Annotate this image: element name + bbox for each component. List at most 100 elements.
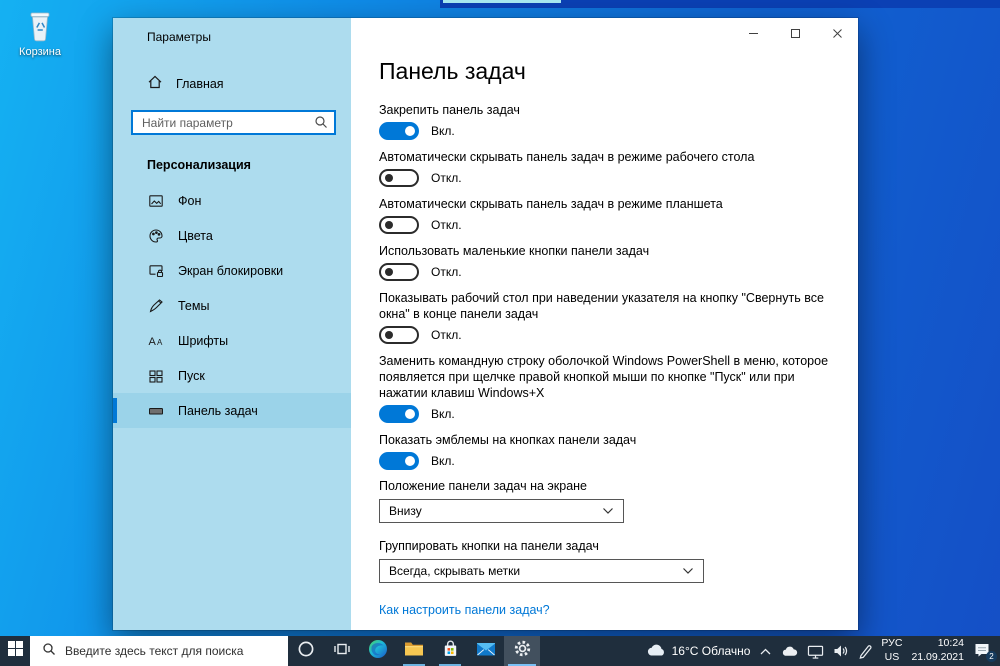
setting-autohide-desktop: Автоматически скрывать панель задач в ре… xyxy=(379,150,755,187)
recycle-bin[interactable]: Корзина xyxy=(8,8,72,58)
close-button[interactable] xyxy=(816,18,858,48)
toggle-small-buttons[interactable] xyxy=(379,263,419,281)
toggle-state: Откл. xyxy=(431,328,462,342)
setting-autohide-tablet: Автоматически скрывать панель задач в ре… xyxy=(379,197,723,234)
store-icon xyxy=(441,639,460,664)
settings-window: Параметры Главная Персонализация xyxy=(113,18,858,630)
settings-search-input[interactable] xyxy=(131,110,336,135)
sidebar-item-taskbar[interactable]: Панель задач xyxy=(113,393,351,428)
chevron-down-icon xyxy=(602,504,614,518)
sidebar-nav: Фон Цвета Экран блокировки Темы A A Шриф… xyxy=(113,183,351,428)
clock[interactable]: 10:24 21.09.2021 xyxy=(911,637,964,664)
start-tiles-icon xyxy=(147,368,164,384)
setting-peek-desktop: Показывать рабочий стол при наведении ук… xyxy=(379,291,824,344)
mail-button[interactable] xyxy=(468,636,504,666)
recycle-bin-icon xyxy=(8,8,72,44)
edge-button[interactable] xyxy=(360,636,396,666)
dropdown-position-label: Положение панели задач на экране xyxy=(379,479,588,493)
fonts-icon: A A xyxy=(147,333,164,349)
clock-time: 10:24 xyxy=(937,637,964,650)
language-indicator[interactable]: РУС US xyxy=(881,637,902,664)
combine-buttons-dropdown[interactable]: Всегда, скрывать метки xyxy=(379,559,704,583)
setting-badges: Показать эмблемы на кнопках панели задач… xyxy=(379,433,637,470)
window-controls xyxy=(732,18,858,48)
background-icon xyxy=(147,193,164,209)
toggle-powershell[interactable] xyxy=(379,405,419,423)
setting-small-buttons: Использовать маленькие кнопки панели зад… xyxy=(379,244,650,281)
search-icon[interactable] xyxy=(314,115,328,134)
sidebar-item-background[interactable]: Фон xyxy=(113,183,351,218)
toggle-badges[interactable] xyxy=(379,452,419,470)
taskbar: 16°C Облачно xyxy=(0,636,1000,666)
home-icon xyxy=(147,74,163,93)
dropdown-value: Внизу xyxy=(389,504,422,518)
taskbar-position-dropdown[interactable]: Внизу xyxy=(379,499,624,523)
sidebar-item-colors[interactable]: Цвета xyxy=(113,218,351,253)
sidebar-item-themes[interactable]: Темы xyxy=(113,288,351,323)
taskbar-settings-content: Панель задач Закрепить панель задач Вкл.… xyxy=(351,18,858,619)
settings-button[interactable] xyxy=(504,636,540,666)
taskbar-help-link[interactable]: Как настроить панели задач? xyxy=(379,603,550,617)
setting-lock-taskbar: Закрепить панель задач Вкл. xyxy=(379,103,520,140)
tray-overflow-chevron-icon[interactable] xyxy=(759,647,772,656)
edge-icon xyxy=(368,639,388,664)
setting-powershell: Заменить командную строку оболочкой Wind… xyxy=(379,354,829,423)
sidebar-item-label: Фон xyxy=(178,193,202,208)
language-secondary: US xyxy=(884,651,900,663)
recycle-bin-label: Корзина xyxy=(19,46,61,58)
toggle-autohide-desktop[interactable] xyxy=(379,169,419,187)
toggle-state: Вкл. xyxy=(431,124,455,138)
sidebar-item-lock-screen[interactable]: Экран блокировки xyxy=(113,253,351,288)
toggle-state: Откл. xyxy=(431,171,462,185)
pen-icon[interactable] xyxy=(858,644,872,659)
dropdown-value: Всегда, скрывать метки xyxy=(389,564,521,578)
sidebar-item-label: Цвета xyxy=(178,228,213,243)
windows-logo-icon xyxy=(7,641,23,661)
taskbar-search-input[interactable] xyxy=(65,644,265,658)
settings-main-pane: Панель задач Закрепить панель задач Вкл.… xyxy=(351,18,858,630)
sidebar-item-label: Пуск xyxy=(178,368,205,383)
clock-date: 21.09.2021 xyxy=(911,651,964,663)
start-button[interactable] xyxy=(0,636,30,666)
taskbar-icon xyxy=(147,403,164,419)
task-view-button[interactable] xyxy=(324,636,360,666)
settings-sidebar: Параметры Главная Персонализация xyxy=(113,18,351,630)
file-explorer-icon xyxy=(404,640,424,662)
action-center-button[interactable]: 2 xyxy=(973,641,997,662)
toggle-autohide-tablet[interactable] xyxy=(379,216,419,234)
sidebar-item-label: Экран блокировки xyxy=(178,263,284,278)
file-explorer-button[interactable] xyxy=(396,636,432,666)
search-icon xyxy=(42,642,56,661)
system-tray: 16°C Облачно РУС US 10:24 21.09.2021 2 xyxy=(646,636,1000,666)
sidebar-item-home[interactable]: Главная xyxy=(147,74,351,93)
svg-text:A: A xyxy=(148,336,156,348)
themes-icon xyxy=(147,298,164,314)
weather-text: 16°C Облачно xyxy=(671,644,751,658)
desktop: Корзина Параметры Главная Найти параметр… xyxy=(0,0,1000,666)
sidebar-item-label: Шрифты xyxy=(178,333,229,348)
taskbar-search xyxy=(30,636,288,666)
network-display-icon[interactable] xyxy=(807,644,824,659)
toggle-peek-desktop[interactable] xyxy=(379,326,419,344)
cortana-button[interactable] xyxy=(288,636,324,666)
toggle-state: Вкл. xyxy=(431,454,455,468)
background-window-edge xyxy=(440,0,1000,8)
language-primary: РУС xyxy=(881,637,903,650)
minimize-button[interactable] xyxy=(732,18,774,48)
lock-screen-icon xyxy=(147,263,164,279)
toggle-lock-taskbar[interactable] xyxy=(379,122,419,140)
onedrive-icon[interactable] xyxy=(781,645,798,657)
store-button[interactable] xyxy=(432,636,468,666)
maximize-button[interactable] xyxy=(774,18,816,48)
volume-icon[interactable] xyxy=(833,644,849,658)
svg-text:A: A xyxy=(157,338,163,347)
sidebar-item-label: Темы xyxy=(178,298,210,313)
toggle-state: Вкл. xyxy=(431,407,455,421)
weather-widget[interactable]: 16°C Облачно xyxy=(646,643,751,660)
sidebar-home-label: Главная xyxy=(176,76,224,91)
sidebar-item-start[interactable]: Пуск xyxy=(113,358,351,393)
sidebar-item-fonts[interactable]: A A Шрифты xyxy=(113,323,351,358)
notification-badge: 2 xyxy=(986,651,997,662)
toggle-state: Откл. xyxy=(431,265,462,279)
dropdown-combine-label: Группировать кнопки на панели задач xyxy=(379,539,599,553)
